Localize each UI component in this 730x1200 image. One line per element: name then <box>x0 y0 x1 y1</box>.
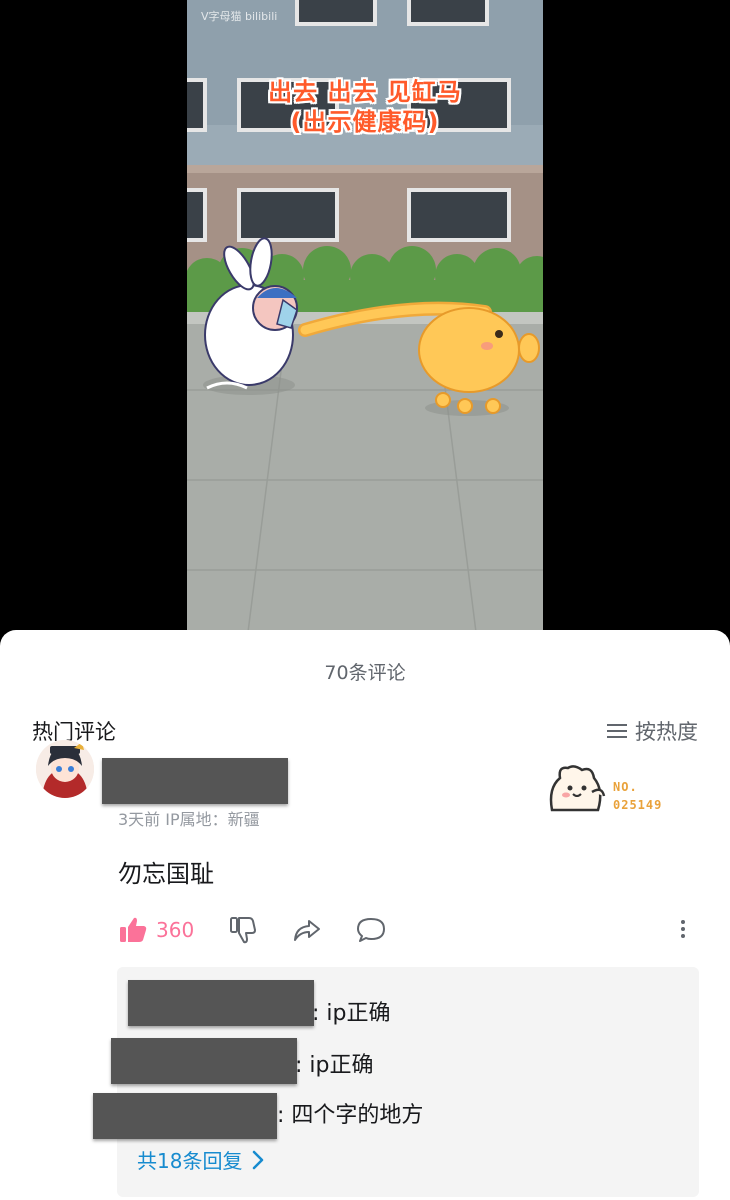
like-button[interactable]: 360 <box>118 915 228 945</box>
comment-count-title: 70条评论 <box>324 662 406 684</box>
sort-by-hot-button[interactable]: 按热度 <box>607 716 698 746</box>
comment-bubble-icon <box>357 918 386 942</box>
fan-badge-icon <box>549 765 606 812</box>
dislike-button[interactable] <box>228 915 258 945</box>
reply-username-redacted <box>93 1093 277 1139</box>
badge-number-value: 025149 <box>613 798 663 812</box>
like-count: 360 <box>156 918 195 942</box>
share-icon <box>294 920 321 941</box>
menu-lines-icon <box>607 723 627 739</box>
more-vertical-icon[interactable] <box>672 914 694 944</box>
reply-item: : 四个字的地方 <box>277 1103 424 1128</box>
comment-meta: 3天前 IP属地：新疆 <box>118 810 260 829</box>
view-all-replies-label: 共18条回复 <box>137 1149 243 1173</box>
reply-item: : ip正确 <box>295 1053 374 1078</box>
reply-button[interactable] <box>356 915 386 945</box>
comment-text: 勿忘国耻 <box>118 860 214 888</box>
thumb-down-icon <box>230 917 257 944</box>
thumb-up-icon <box>120 917 147 942</box>
avatar[interactable] <box>36 740 94 798</box>
reply-username-redacted <box>111 1038 297 1084</box>
username-redacted <box>102 758 288 804</box>
reply-preview-box[interactable]: : ip正确 : ip正确 : 四个字的地方 共18条回复 <box>93 967 699 1197</box>
reply-username-redacted <box>128 980 314 1026</box>
reply-item: : ip正确 <box>312 1001 391 1026</box>
comment-actions: 360 <box>118 912 420 948</box>
badge-number-label: NO. <box>613 780 638 794</box>
video-player[interactable]: V字母猫 bilibili 出去 出去 见缸马 (出示健康码) <box>0 0 730 640</box>
chevron-right-icon <box>253 1150 264 1169</box>
video-caption-line2: (出示健康码) <box>290 108 440 136</box>
video-frame[interactable]: V字母猫 bilibili 出去 出去 见缸马 (出示健康码) <box>187 0 543 640</box>
avatar-image <box>36 740 94 798</box>
sort-label: 按热度 <box>635 720 698 744</box>
share-button[interactable] <box>292 915 322 945</box>
view-all-replies-link[interactable]: 共18条回复 <box>137 1145 264 1174</box>
video-watermark: V字母猫 bilibili <box>201 10 278 23</box>
